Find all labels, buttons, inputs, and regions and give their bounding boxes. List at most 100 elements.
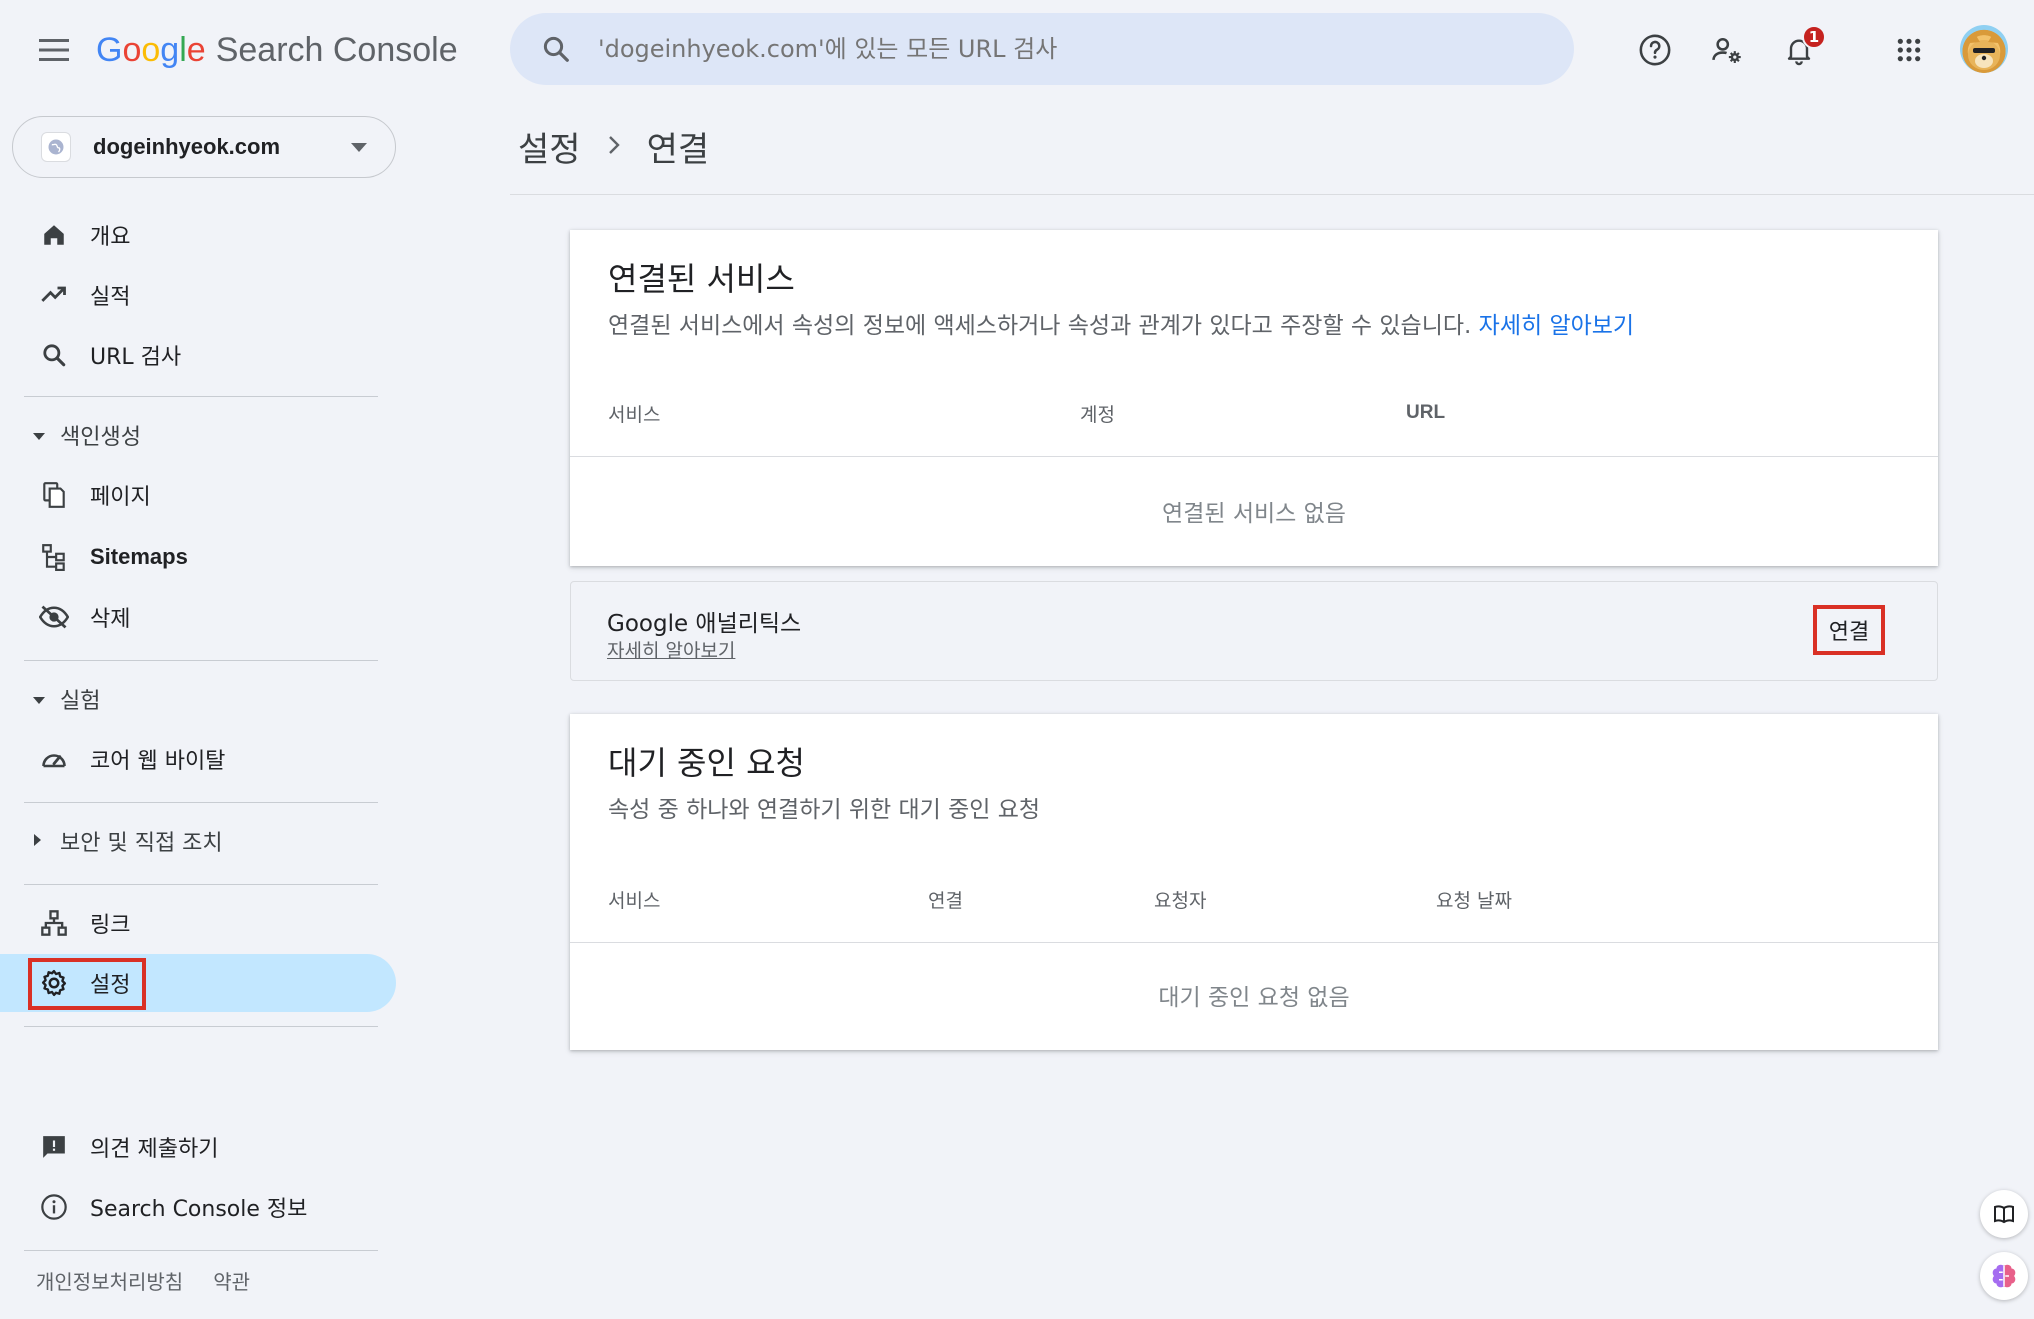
- breadcrumb-parent[interactable]: 설정: [518, 122, 581, 171]
- hamburger-menu-icon: [39, 39, 69, 61]
- links-icon: [38, 907, 70, 939]
- ai-assistant-button[interactable]: [1980, 1252, 2028, 1300]
- section-security-toggle[interactable]: 보안 및 직접 조치: [0, 816, 396, 866]
- nav-label: 개요: [90, 225, 131, 250]
- column-header: 계정: [1080, 404, 1115, 426]
- search-input[interactable]: [598, 35, 1498, 63]
- privacy-policy-link[interactable]: 개인정보처리방침: [36, 1266, 183, 1295]
- nav-label: 삭제: [90, 607, 131, 632]
- apps-grid-icon: [1897, 38, 1921, 62]
- column-header: 서비스: [608, 890, 661, 912]
- nav-label: Search Console 정보: [90, 1197, 308, 1222]
- sidebar-footer: 개인정보처리방침 약관: [36, 1266, 250, 1295]
- description-text: 연결된 서비스에서 속성의 정보에 액세스하거나 속성과 관계가 있다고 주장할…: [608, 313, 1472, 339]
- section-label: 색인생성: [60, 425, 141, 450]
- help-icon: [1639, 34, 1671, 66]
- pages-icon: [38, 479, 70, 511]
- sitemap-icon: [38, 541, 70, 573]
- nav-about-search-console[interactable]: Search Console 정보: [0, 1178, 396, 1236]
- table-divider: [570, 456, 1938, 457]
- section-label: 보안 및 직접 조치: [60, 831, 223, 856]
- account-avatar[interactable]: [1960, 25, 2008, 73]
- nav-label: URL 검사: [90, 345, 182, 370]
- nav-label: 실적: [90, 285, 131, 310]
- book-icon: [1994, 1205, 2014, 1224]
- nav-core-web-vitals[interactable]: 코어 웹 바이탈: [0, 730, 396, 788]
- doge-avatar-icon: [1968, 34, 2000, 70]
- learn-more-link[interactable]: 자세히 알아보기: [1479, 313, 1634, 339]
- chevron-down-icon: [32, 690, 46, 709]
- pending-requests-card: 대기 중인 요청 속성 중 하나와 연결하기 위한 대기 중인 요청 서비스 연…: [570, 714, 1938, 1050]
- sidebar-divider: [24, 396, 378, 397]
- notifications-button[interactable]: 1: [1776, 25, 1826, 73]
- breadcrumb: 설정 연결: [518, 118, 709, 174]
- person-settings-icon: [1712, 37, 1741, 64]
- nav-label: Sitemaps: [90, 544, 188, 569]
- sidebar-divider: [24, 660, 378, 661]
- reader-extension-button[interactable]: [1980, 1190, 2028, 1238]
- nav-label: 코어 웹 바이탈: [90, 749, 226, 774]
- terms-link[interactable]: 약관: [213, 1266, 250, 1295]
- chevron-right-icon: [607, 130, 621, 163]
- sidebar-divider: [24, 802, 378, 803]
- search-icon: [538, 31, 574, 67]
- nav-label: 페이지: [90, 485, 151, 510]
- empty-state: 연결된 서비스 없음: [1162, 501, 1346, 527]
- nav-url-inspection[interactable]: URL 검사: [0, 326, 396, 384]
- header-divider: [510, 194, 2034, 195]
- notification-badge: 1: [1802, 25, 1826, 49]
- highlight-box: [28, 958, 146, 1010]
- table-divider: [570, 942, 1938, 943]
- section-indexing-toggle[interactable]: 색인생성: [0, 410, 396, 460]
- empty-state: 대기 중인 요청 없음: [1158, 985, 1350, 1011]
- chevron-right-icon: [32, 832, 42, 851]
- brain-icon: [1992, 1264, 2016, 1288]
- visibility-off-icon: [38, 601, 70, 633]
- sidebar-divider: [24, 884, 378, 885]
- column-header: URL: [1406, 402, 1446, 423]
- dropdown-caret-icon: [351, 143, 367, 152]
- google-logo: Google: [96, 30, 206, 69]
- nav-links[interactable]: 링크: [0, 894, 396, 952]
- service-title: Google 애널리틱스: [607, 611, 802, 637]
- nav-overview[interactable]: 개요: [0, 206, 396, 264]
- help-button[interactable]: [1632, 27, 1678, 73]
- trending-up-icon: [38, 279, 70, 311]
- column-header: 서비스: [608, 404, 661, 426]
- card-description: 연결된 서비스에서 속성의 정보에 액세스하거나 속성과 관계가 있다고 주장할…: [608, 306, 1634, 340]
- manage-users-button[interactable]: [1704, 27, 1750, 73]
- section-experience-toggle[interactable]: 실험: [0, 674, 396, 724]
- speed-gauge-icon: [38, 743, 70, 775]
- search-icon: [38, 339, 70, 371]
- nav-removals[interactable]: 삭제: [0, 588, 396, 646]
- chevron-down-icon: [32, 426, 46, 445]
- product-name: Search Console: [215, 30, 458, 69]
- learn-more-link[interactable]: 자세히 알아보기: [607, 636, 735, 663]
- globe-icon: [41, 132, 71, 162]
- sidebar-divider: [24, 1026, 378, 1027]
- connected-services-card: 연결된 서비스 연결된 서비스에서 속성의 정보에 액세스하거나 속성과 관계가…: [570, 230, 1938, 566]
- feedback-icon: [38, 1131, 70, 1163]
- card-title: 대기 중인 요청: [608, 744, 805, 782]
- connect-button[interactable]: 연결: [1813, 605, 1885, 655]
- page-title: 연결: [646, 129, 710, 170]
- home-icon: [38, 219, 70, 251]
- nav-performance[interactable]: 실적: [0, 266, 396, 324]
- card-description: 속성 중 하나와 연결하기 위한 대기 중인 요청: [608, 797, 1041, 823]
- google-analytics-row: Google 애널리틱스 자세히 알아보기 연결: [570, 581, 1938, 681]
- property-selector[interactable]: dogeinhyeok.com: [12, 116, 396, 178]
- main-menu-button[interactable]: [34, 30, 74, 70]
- section-label: 실험: [60, 689, 101, 714]
- app-logo[interactable]: Google Search Console: [96, 28, 458, 72]
- info-icon: [38, 1191, 70, 1223]
- nav-label: 링크: [90, 913, 131, 938]
- nav-submit-feedback[interactable]: 의견 제출하기: [0, 1118, 396, 1176]
- nav-label: 의견 제출하기: [90, 1137, 219, 1162]
- nav-sitemaps[interactable]: Sitemaps: [0, 528, 396, 586]
- top-bar: Google Search Console 1: [0, 0, 2034, 100]
- column-header: 연결: [928, 890, 963, 912]
- sidebar-divider: [24, 1250, 378, 1251]
- apps-button[interactable]: [1886, 27, 1932, 73]
- url-inspection-search[interactable]: [510, 13, 1574, 85]
- nav-pages[interactable]: 페이지: [0, 466, 396, 524]
